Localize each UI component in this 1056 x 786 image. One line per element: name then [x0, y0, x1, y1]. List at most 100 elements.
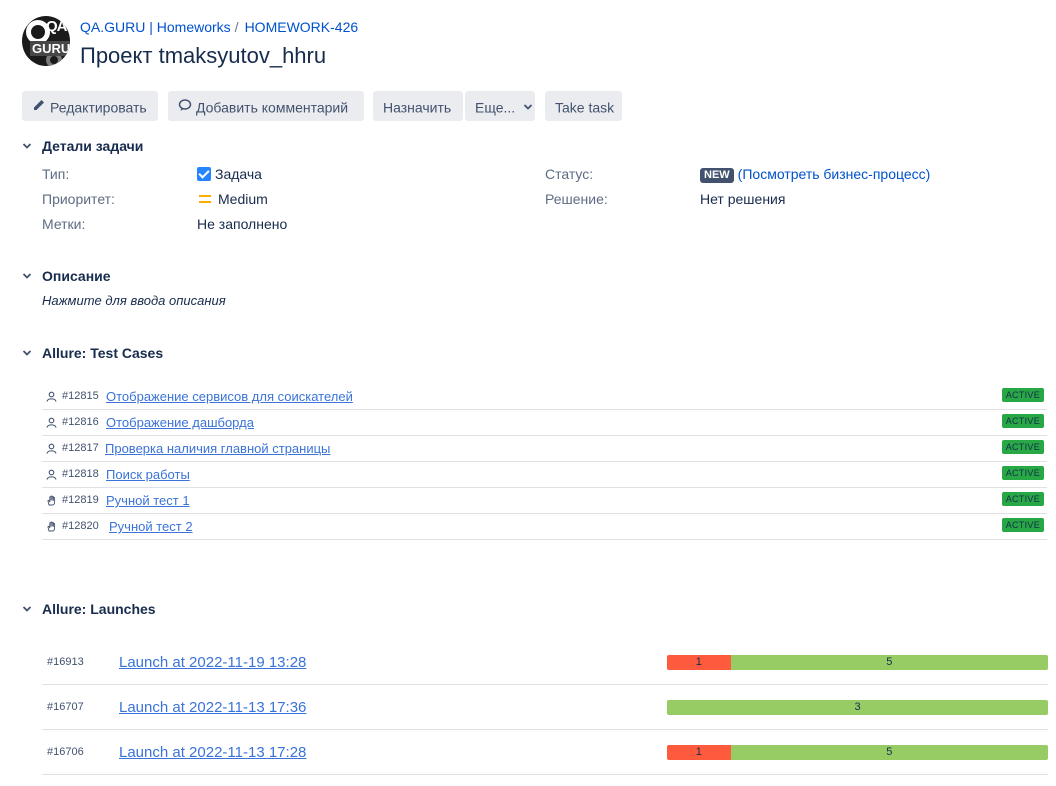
test-case-link[interactable]: Отображение сервисов для соискателей	[106, 389, 353, 404]
failed-count-segment: 1	[667, 745, 731, 760]
pencil-icon	[32, 92, 46, 122]
status-badge: ACTIVE	[1001, 518, 1044, 532]
project-avatar[interactable]: QA GURU	[22, 16, 70, 66]
breadcrumb-issue-link[interactable]: HOMEWORK-426	[245, 19, 359, 35]
type-value-text: Задача	[215, 166, 262, 182]
test-case-id: #12819	[62, 494, 99, 506]
take-task-button[interactable]: Take task	[545, 91, 622, 121]
chevron-down-icon	[22, 271, 36, 284]
launch-id: #16706	[47, 746, 84, 758]
launch-link[interactable]: Launch at 2022-11-19 13:28	[119, 654, 306, 671]
test-case-row: #12817 Проверка наличия главной страницы…	[42, 436, 1047, 462]
details-section-toggle[interactable]: Детали задачи	[22, 138, 143, 154]
description-heading: Описание	[42, 268, 111, 284]
launch-result-bar[interactable]: 15	[667, 655, 1048, 670]
status-badge: ACTIVE	[1001, 466, 1044, 480]
test-case-link[interactable]: Отображение дашборда	[106, 415, 254, 430]
issue-header: QA GURU QA.GURU | Homeworks / HOMEWORK-426…	[22, 16, 1042, 72]
status-badge: ACTIVE	[1001, 492, 1044, 506]
breadcrumb-project-link[interactable]: QA.GURU | Homeworks	[80, 19, 231, 35]
chevron-down-icon	[22, 604, 36, 617]
test-case-id: #12815	[62, 390, 99, 402]
launch-list: #16913 Launch at 2022-11-19 13:28 15 #16…	[42, 640, 1048, 775]
hand-icon	[47, 495, 56, 506]
details-heading: Детали задачи	[42, 138, 144, 154]
test-case-row: #12818 Поиск работы ACTIVE	[42, 462, 1047, 488]
test-case-link[interactable]: Проверка наличия главной страницы	[105, 441, 330, 456]
test-case-id: #12818	[62, 468, 99, 480]
test-cases-heading: Allure: Test Cases	[42, 345, 164, 361]
test-cases-section-toggle[interactable]: Allure: Test Cases	[22, 345, 163, 361]
status-badge: ACTIVE	[1001, 414, 1044, 428]
user-icon	[46, 469, 57, 480]
breadcrumb: QA.GURU | Homeworks / HOMEWORK-426	[80, 19, 358, 35]
add-comment-button-label: Добавить комментарий	[196, 99, 349, 116]
labels-label: Метки:	[42, 216, 86, 232]
test-case-link[interactable]: Ручной тест 1	[106, 493, 190, 508]
status-badge: ACTIVE	[1001, 440, 1044, 454]
resolution-value: Нет решения	[700, 191, 786, 207]
test-case-list: #12815 Отображение сервисов для соискате…	[42, 384, 1047, 540]
assign-button[interactable]: Назначить	[373, 91, 463, 121]
chevron-down-icon	[22, 141, 36, 154]
launch-link[interactable]: Launch at 2022-11-13 17:28	[119, 744, 306, 761]
launch-row: #16706 Launch at 2022-11-13 17:28 15	[42, 730, 1048, 775]
test-case-row: #12820 Ручной тест 2 ACTIVE	[42, 514, 1047, 540]
status-badge: NEW	[700, 168, 734, 183]
add-comment-button[interactable]: Добавить комментарий	[168, 91, 364, 121]
test-case-link[interactable]: Поиск работы	[106, 467, 190, 482]
launch-id: #16913	[47, 656, 84, 668]
user-icon	[46, 391, 57, 402]
description-placeholder[interactable]: Нажмите для ввода описания	[42, 293, 226, 308]
launches-section-toggle[interactable]: Allure: Launches	[22, 601, 156, 617]
launches-heading: Allure: Launches	[42, 601, 156, 617]
launch-row: #16707 Launch at 2022-11-13 17:36 3	[42, 685, 1048, 730]
status-badge: ACTIVE	[1001, 388, 1044, 402]
chevron-down-icon	[523, 92, 533, 122]
launch-row: #16913 Launch at 2022-11-19 13:28 15	[42, 640, 1048, 685]
test-case-id: #12820	[62, 520, 99, 532]
view-workflow-link[interactable]: Посмотреть бизнес-процесс	[742, 166, 925, 182]
type-value: Задача	[197, 166, 262, 182]
passed-count-segment: 3	[667, 700, 1048, 715]
launch-id: #16707	[47, 701, 84, 713]
launch-link[interactable]: Launch at 2022-11-13 17:36	[119, 699, 306, 716]
test-case-id: #12817	[62, 442, 99, 454]
test-case-row: #12815 Отображение сервисов для соискате…	[42, 384, 1047, 410]
priority-label: Приоритет:	[42, 191, 115, 207]
resolution-label: Решение:	[545, 191, 608, 207]
page-title: Проект tmaksyutov_hhru	[80, 43, 327, 68]
breadcrumb-separator: /	[234, 19, 239, 35]
test-case-id: #12816	[62, 416, 99, 428]
passed-count-segment: 5	[730, 655, 1048, 670]
description-section-toggle[interactable]: Описание	[22, 268, 111, 284]
launch-result-bar[interactable]: 15	[667, 745, 1048, 760]
workflow-paren-close: )	[925, 166, 931, 182]
hand-icon	[47, 521, 56, 532]
priority-medium-icon	[199, 195, 211, 203]
logo-text-guru: GURU	[30, 41, 70, 56]
more-button-label: Еще...	[475, 99, 516, 116]
edit-button[interactable]: Редактировать	[22, 91, 158, 121]
priority-value: Medium	[199, 191, 268, 207]
test-case-link[interactable]: Ручной тест 2	[109, 519, 193, 534]
status-value: NEW (Посмотреть бизнес-процесс)	[700, 166, 930, 183]
user-icon	[46, 443, 57, 454]
assign-button-label: Назначить	[383, 99, 452, 116]
test-case-row: #12819 Ручной тест 1 ACTIVE	[42, 488, 1047, 514]
launch-result-bar[interactable]: 3	[667, 700, 1048, 715]
user-icon	[46, 417, 57, 428]
failed-count-segment: 1	[667, 655, 731, 670]
logo-text-qa: QA	[46, 18, 67, 35]
labels-value[interactable]: Не заполнено	[197, 216, 287, 232]
take-task-button-label: Take task	[555, 99, 615, 116]
chevron-down-icon	[22, 348, 36, 361]
test-case-row: #12816 Отображение дашборда ACTIVE	[42, 410, 1047, 436]
edit-button-label: Редактировать	[50, 99, 147, 116]
more-actions-button[interactable]: Еще...	[465, 91, 535, 121]
passed-count-segment: 5	[730, 745, 1048, 760]
status-label: Статус:	[545, 166, 594, 182]
comment-icon	[178, 92, 192, 122]
type-label: Тип:	[42, 166, 70, 182]
priority-value-text: Medium	[218, 191, 268, 207]
